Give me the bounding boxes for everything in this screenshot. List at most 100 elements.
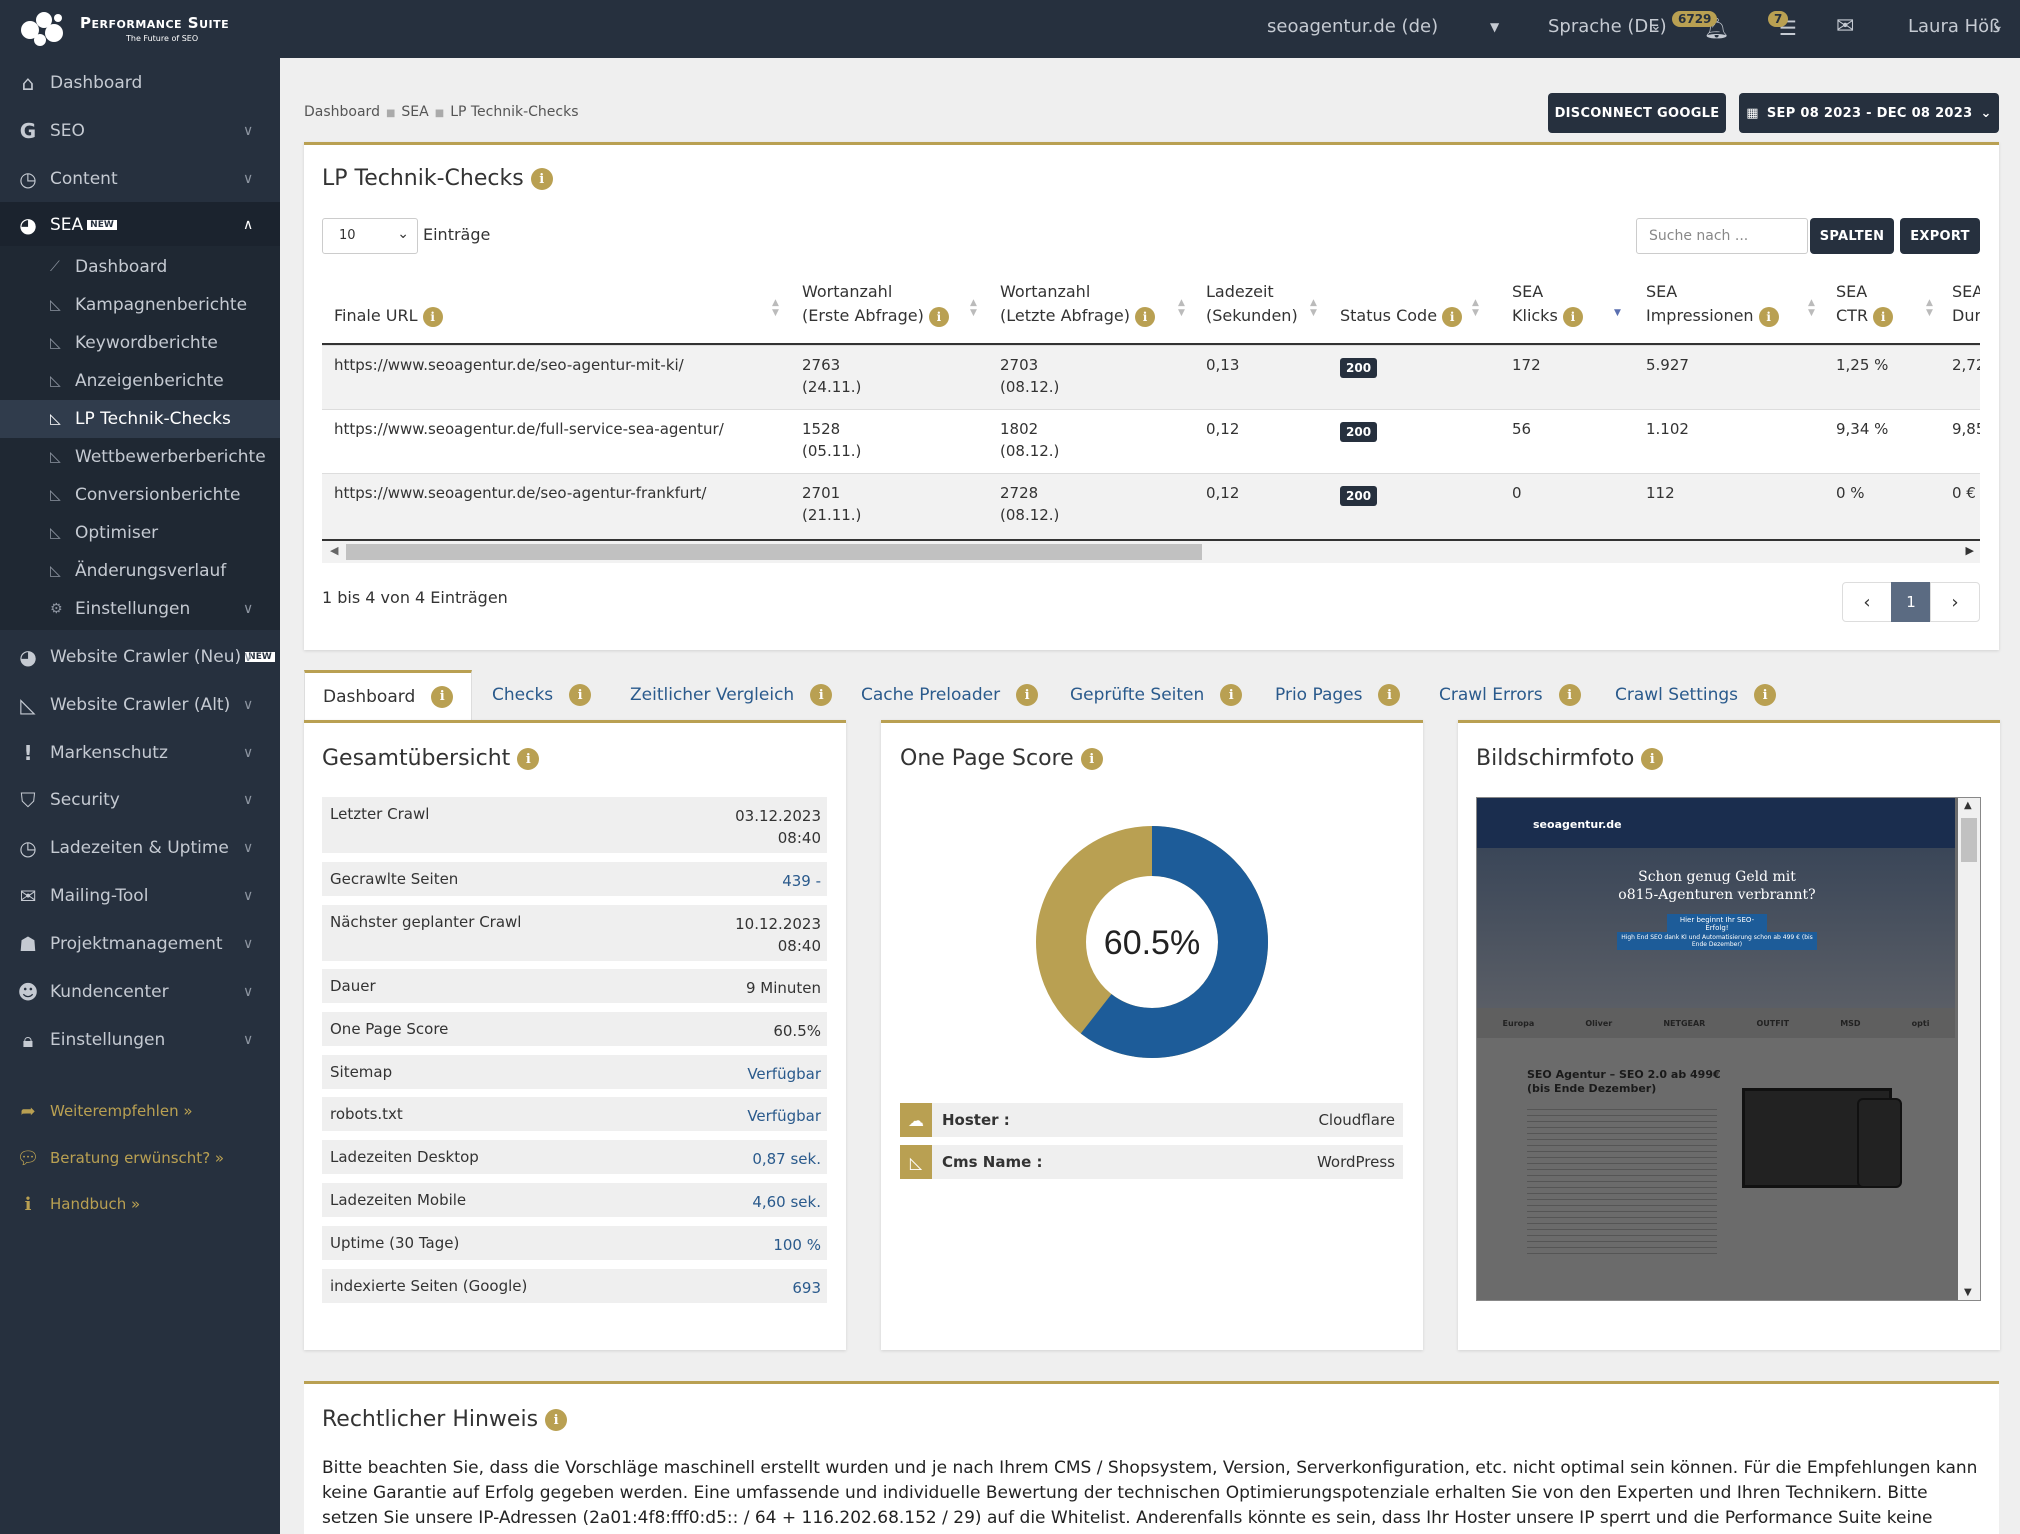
info-icon[interactable]: i xyxy=(431,685,454,708)
page-size-select[interactable]: 10 ⌄ xyxy=(322,218,418,254)
subnav-item-optimiser[interactable]: ◺ Optimiser xyxy=(0,514,280,552)
disconnect-google-button[interactable]: DISCONNECT GOOGLE xyxy=(1548,93,1726,133)
subnav-item-kampagnenberichte[interactable]: ◺ Kampagnenberichte xyxy=(0,286,280,324)
url-link[interactable]: https://www.seoagentur.de/full-service-s… xyxy=(334,418,724,440)
info-icon[interactable]: i xyxy=(1080,748,1103,770)
robots-link[interactable]: Verfügbar xyxy=(747,1105,821,1127)
sort-desc-icon[interactable]: ▼ xyxy=(1614,298,1621,318)
sitemap-link[interactable]: Verfügbar xyxy=(747,1063,821,1085)
breadcrumb-item[interactable]: SEA xyxy=(401,104,428,120)
th-sea-ctr[interactable]: SEA CTR i xyxy=(1836,280,1894,328)
info-icon[interactable]: i xyxy=(1754,684,1777,706)
sidebar-item-content[interactable]: ◷ Content ∨ xyxy=(0,156,280,202)
subnav-item-anzeigenberichte[interactable]: ◺ Anzeigenberichte xyxy=(0,362,280,400)
language-selector[interactable]: Sprache (DE) xyxy=(1548,16,1667,37)
info-icon[interactable]: i xyxy=(1758,306,1779,327)
search-input[interactable]: Suche nach ... xyxy=(1636,218,1808,254)
info-icon[interactable]: i xyxy=(517,748,540,770)
url-link[interactable]: https://www.seoagentur.de/seo-agentur-mi… xyxy=(334,354,684,376)
th-sea-klicks[interactable]: SEA Klicks i xyxy=(1512,280,1583,328)
subnav-item-conversionberichte[interactable]: ◺ Conversionberichte xyxy=(0,476,280,514)
sort-icon[interactable]: ▲ ▼ xyxy=(1310,298,1317,318)
sidebar-item-website-crawler-neu[interactable]: ◕ Website Crawler (Neu) NEW ∨ xyxy=(0,634,280,680)
crawled-pages-link[interactable]: 439 - xyxy=(782,870,821,892)
sidebar-item-ladezeiten[interactable]: ◷ Ladezeiten & Uptime ∨ xyxy=(0,825,280,871)
info-icon[interactable]: i xyxy=(422,306,443,327)
scroll-left-icon[interactable]: ◀ xyxy=(330,544,338,557)
logo[interactable]: Performance Suite The Future of SEO xyxy=(18,8,278,50)
tab-checks[interactable]: Checks i xyxy=(492,670,592,720)
sidebar-item-dashboard[interactable]: ⌂ Dashboard xyxy=(0,60,280,106)
domain-selector[interactable]: seoagentur.de (de) xyxy=(1267,16,1438,37)
sidebar-item-mailing-tool[interactable]: ✉ Mailing-Tool ∨ xyxy=(0,873,280,919)
sidebar-item-website-crawler-alt[interactable]: ◺ Website Crawler (Alt) ∨ xyxy=(0,682,280,728)
info-icon[interactable]: i xyxy=(1558,684,1581,706)
consulting-link[interactable]: 💬︎ Beratung erwünscht? » xyxy=(0,1138,280,1178)
sidebar-item-sea[interactable]: ◕ SEA NEW ∧ xyxy=(0,202,280,248)
info-icon[interactable]: i xyxy=(1562,306,1583,327)
scrollbar-thumb[interactable] xyxy=(346,544,1202,560)
subnav-item-aenderungsverlauf[interactable]: ◺ Änderungsverlauf xyxy=(0,552,280,590)
sidebar-item-seo[interactable]: G SEO ∨ xyxy=(0,108,280,154)
sort-icon[interactable]: ▲ ▼ xyxy=(1178,298,1185,318)
sidebar-item-projektmanagement[interactable]: ☗ Projektmanagement ∨ xyxy=(0,921,280,967)
scroll-up-icon[interactable]: ▲ xyxy=(1964,800,1972,811)
th-sea-extra[interactable]: SEADure xyxy=(1952,280,1980,328)
chevron-down-icon[interactable]: ⌄ xyxy=(1650,18,1662,34)
tab-prio-pages[interactable]: Prio Pages i xyxy=(1275,670,1401,720)
tasks-badge[interactable]: 7 xyxy=(1768,11,1789,27)
sort-icon[interactable]: ▲ ▼ xyxy=(970,298,977,318)
th-sea-impressionen[interactable]: SEA Impressionen i xyxy=(1646,280,1779,328)
info-icon[interactable]: i xyxy=(928,306,949,327)
th-wortanzahl-letzte[interactable]: Wortanzahl (Letzte Abfrage) i xyxy=(1000,280,1156,328)
envelope-icon[interactable]: ✉ xyxy=(1836,14,1854,39)
info-icon[interactable]: i xyxy=(1220,684,1243,706)
info-icon[interactable]: i xyxy=(1016,684,1039,706)
chevron-down-icon[interactable]: ⌄ xyxy=(1992,18,2004,34)
sort-icon[interactable]: ▲ ▼ xyxy=(1808,298,1815,318)
th-finale-url[interactable]: Finale URL i xyxy=(334,304,443,328)
subnav-item-keywordberichte[interactable]: ◺ Keywordberichte xyxy=(0,324,280,362)
sort-icon[interactable]: ▲ ▼ xyxy=(1926,298,1933,318)
scrollbar-thumb[interactable] xyxy=(1961,818,1977,862)
tab-gepruefte-seiten[interactable]: Geprüfte Seiten i xyxy=(1070,670,1243,720)
info-icon[interactable]: i xyxy=(1641,748,1664,770)
scroll-down-icon[interactable]: ▼ xyxy=(1964,1287,1972,1298)
th-wortanzahl-erste[interactable]: Wortanzahl (Erste Abfrage) i xyxy=(802,280,949,328)
tab-dashboard[interactable]: Dashboard i xyxy=(304,670,473,720)
breadcrumb-item[interactable]: Dashboard xyxy=(304,104,380,120)
screenshot-scrollbar[interactable]: ▲ ▼ xyxy=(1958,798,1980,1300)
info-icon[interactable]: i xyxy=(545,1409,568,1431)
tab-zeitlicher-vergleich[interactable]: Zeitlicher Vergleich i xyxy=(630,670,833,720)
daterange-picker[interactable]: ▦ SEP 08 2023 - DEC 08 2023 ⌄ xyxy=(1739,93,1999,133)
sort-icon[interactable]: ▲ ▼ xyxy=(772,298,779,318)
export-button[interactable]: EXPORT xyxy=(1900,218,1980,254)
sidebar-item-markenschutz[interactable]: ! Markenschutz ∨ xyxy=(0,730,280,776)
info-icon[interactable]: i xyxy=(1135,306,1156,327)
tab-crawl-errors[interactable]: Crawl Errors i xyxy=(1439,670,1581,720)
tab-cache-preloader[interactable]: Cache Preloader i xyxy=(861,670,1039,720)
info-icon[interactable]: i xyxy=(1873,306,1894,327)
pager-prev-button[interactable]: ‹ xyxy=(1842,582,1892,622)
url-link[interactable]: https://www.seoagentur.de/seo-agentur-fr… xyxy=(334,482,706,504)
user-menu[interactable]: Laura Höß xyxy=(1908,16,2001,37)
horizontal-scrollbar[interactable]: ◀ ▶ xyxy=(322,541,1980,563)
load-desktop-link[interactable]: 0,87 sek. xyxy=(752,1148,821,1170)
info-icon[interactable]: i xyxy=(1442,306,1463,327)
info-icon[interactable]: i xyxy=(810,684,833,706)
sidebar-item-einstellungen[interactable]: 🔒︎ Einstellungen ∨ xyxy=(0,1017,280,1063)
th-ladezeit[interactable]: Ladezeit (Sekunden) xyxy=(1206,280,1298,328)
pager-next-button[interactable]: › xyxy=(1930,582,1980,622)
sort-icon[interactable]: ▲ ▼ xyxy=(1472,298,1479,318)
subnav-item-lp-technik-checks[interactable]: ◺ LP Technik-Checks xyxy=(0,400,280,438)
subnav-item-wettbewerberberichte[interactable]: ◺ Wettbewerberberichte xyxy=(0,438,280,476)
caret-down-icon[interactable]: ▼ xyxy=(1490,20,1499,34)
info-icon[interactable]: i xyxy=(1378,684,1401,706)
subnav-item-dashboard[interactable]: ⟋ Dashboard xyxy=(0,248,280,286)
pager-page-button[interactable]: 1 xyxy=(1891,582,1931,622)
uptime-link[interactable]: 100 % xyxy=(773,1234,821,1256)
th-status-code[interactable]: Status Code i xyxy=(1340,304,1463,328)
recommend-link[interactable]: ➦ Weiterempfehlen » xyxy=(0,1091,280,1131)
notifications-badge[interactable]: 6729 xyxy=(1672,11,1718,27)
sidebar-item-kundencenter[interactable]: ☻ Kundencenter ∨ xyxy=(0,969,280,1015)
